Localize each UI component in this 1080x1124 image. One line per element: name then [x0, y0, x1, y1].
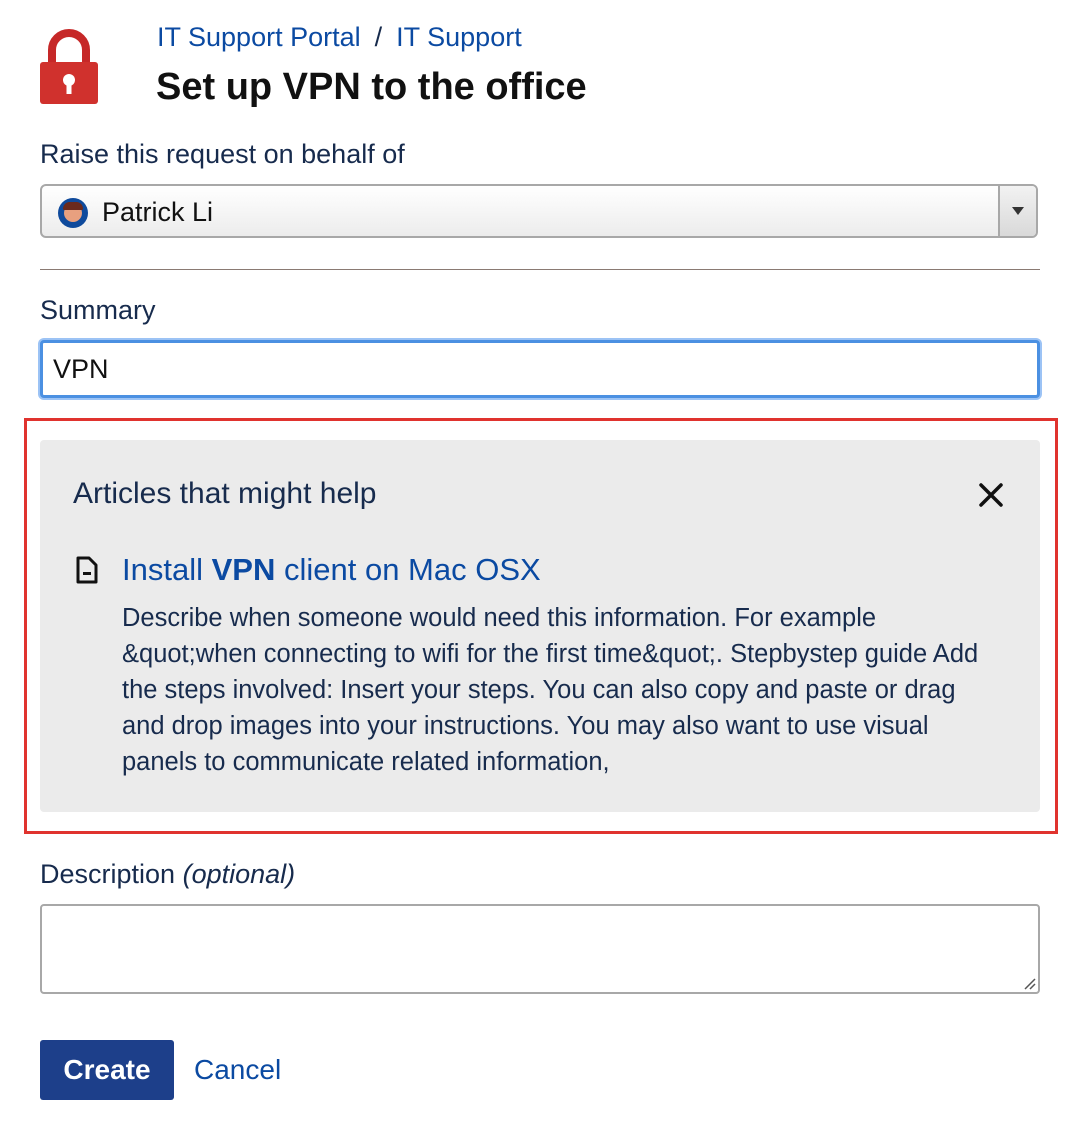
description-label: Description (optional): [40, 859, 295, 890]
article-title-after: client on Mac OSX: [275, 552, 541, 587]
breadcrumb: IT Support Portal / IT Support: [157, 22, 522, 53]
resize-handle-icon[interactable]: [1022, 976, 1036, 990]
create-button[interactable]: Create: [40, 1040, 174, 1100]
document-icon: [76, 556, 98, 584]
summary-input[interactable]: [40, 340, 1040, 398]
description-optional: (optional): [182, 859, 296, 889]
article-title-before: Install: [122, 552, 212, 587]
on-behalf-label: Raise this request on behalf of: [40, 139, 405, 169]
breadcrumb-separator: /: [374, 22, 383, 52]
lock-icon: [40, 29, 98, 104]
help-articles-panel: Articles that might help Install VPN cli…: [40, 440, 1040, 812]
dropdown-button[interactable]: [998, 186, 1036, 236]
description-label-text: Description: [40, 859, 176, 889]
article-title-highlight: VPN: [211, 552, 276, 587]
close-icon[interactable]: [978, 482, 1004, 508]
article-excerpt: Describe when someone would need this in…: [122, 604, 979, 776]
summary-label: Summary: [40, 295, 156, 325]
cancel-link[interactable]: Cancel: [194, 1054, 281, 1086]
divider: [40, 269, 1040, 270]
article-link[interactable]: Install VPN client on Mac OSX: [122, 552, 541, 588]
avatar: [58, 198, 88, 228]
page-title: Set up VPN to the office: [156, 66, 587, 108]
help-articles-heading: Articles that might help: [73, 477, 377, 510]
breadcrumb-project-link[interactable]: IT Support: [396, 22, 522, 52]
on-behalf-select[interactable]: Patrick Li: [40, 184, 1038, 238]
on-behalf-selected: Patrick Li: [102, 197, 214, 227]
chevron-down-icon: [1012, 207, 1024, 215]
description-textarea[interactable]: [40, 904, 1040, 994]
breadcrumb-portal-link[interactable]: IT Support Portal: [157, 22, 361, 52]
